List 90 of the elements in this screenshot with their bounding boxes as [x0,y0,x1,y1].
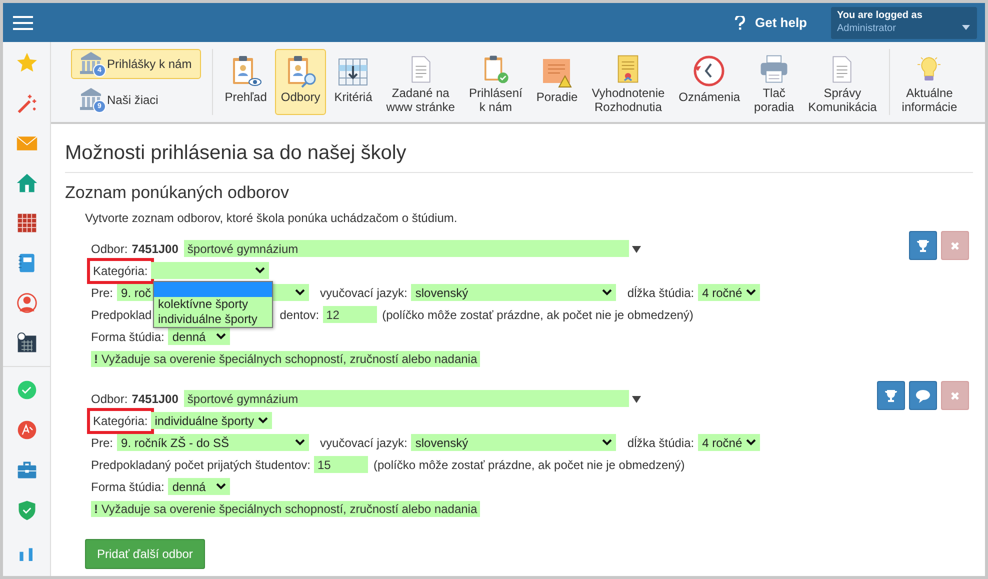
toolbar-button[interactable]: Kritériá [328,49,378,115]
chevron-icon [602,289,612,296]
toolbar-button[interactable]: Aktuálne informácie [896,49,964,115]
user-label: You are logged as [837,10,924,20]
dropdown-option[interactable]: kolektívne športy [154,297,272,312]
count-field[interactable]: 15 [314,456,368,473]
field-label: Predpokladaný počet prijatých študentov: [91,458,310,472]
chevron-icon [258,417,268,424]
field-label: dĺžka štúdia: [627,286,694,300]
button-label: Prihlášky k nám [107,56,192,71]
dropdown-arrow-icon[interactable] [632,394,642,402]
toolbar-button[interactable]: Vyhodnotenie Rozhodnutia [586,49,671,115]
chevron-icon [216,483,226,490]
language-select[interactable]: slovenský [411,434,616,451]
user-icon[interactable] [16,292,38,314]
chevron-icon [295,289,306,296]
chevron-icon [216,333,226,340]
count-field[interactable]: 12 [323,306,378,323]
toolbar-button[interactable]: Oznámenia [672,49,746,115]
chevron-icon [746,289,756,296]
user-menu[interactable]: You are logged as Administrator [831,6,977,38]
user-name: Administrator [837,22,896,34]
program-name-field[interactable]: športové gymnázium [184,240,630,257]
toolbar-button[interactable]: Zadané na www stránke [380,49,461,115]
caret-icon [962,24,970,30]
delete-button[interactable] [941,231,969,260]
field-label: Odbor: [91,242,128,256]
star-icon[interactable] [16,52,38,74]
toolbar-button[interactable]: Poradie [530,49,584,115]
grade-select[interactable]: 9. ročník ZŠ - do SŠ [117,434,310,451]
help-link[interactable]: Get help [734,15,807,30]
briefcase-icon[interactable] [16,459,38,481]
comment-button[interactable] [909,381,937,410]
trophy-button[interactable] [909,231,937,260]
study-form-select[interactable]: denná [168,478,230,495]
page-title: Možnosti prihlásenia sa do našej školy [65,142,973,173]
hint-text: (políčko môže zostať prázdne, ak počet nie je obmedzený) [373,458,685,472]
field-label: Pre: [91,286,114,300]
document-icon [410,54,432,84]
program-code: 7451J00 [132,392,178,406]
calendar-grid-icon[interactable] [16,212,38,234]
delete-button[interactable] [941,381,969,410]
field-label: Odbor: [91,392,128,406]
chevron-icon [295,439,306,446]
program-name-field[interactable]: športové gymnázium [184,390,630,407]
duration-select[interactable]: 4 ročné [698,434,760,451]
chevron-icon [602,439,612,446]
field-label: dentov: [280,308,320,322]
toolbar-button[interactable]: Tlač poradia [748,49,800,115]
house-icon[interactable] [16,172,38,194]
schedule-icon[interactable] [16,332,38,354]
magic-wand-icon[interactable] [16,92,38,114]
chevron-icon [254,267,265,274]
grade-circle-icon[interactable] [16,419,38,441]
speech-bubble-icon [915,388,931,402]
toolbar-button[interactable]: Správy Komunikácia [802,49,883,115]
toolbar-button[interactable]: Prehľad [218,49,273,115]
field-label: Pre: [91,436,114,450]
field-label: Predpoklad [91,308,152,322]
field-label: Forma štúdia: [91,330,164,344]
field-label: vyučovací jazyk: [320,436,408,450]
toolbar-button[interactable]: Odbory [274,49,326,115]
section-title: Zoznam ponúkaných odborov [65,183,290,203]
dropdown-arrow-icon[interactable] [632,244,642,252]
check-circle-icon[interactable] [16,379,38,401]
dropdown-option[interactable]: individuálne športy [154,312,272,327]
field-label: Forma štúdia: [91,480,164,494]
field-label: dĺžka štúdia: [627,436,694,450]
chevron-icon [746,439,756,446]
clock-icon [692,54,726,88]
program-code: 7451J00 [132,242,178,256]
document-icon [831,54,854,84]
hint-text: (políčko môže zostať prázdne, ak počet nie je obmedzený) [382,308,694,322]
trophy-icon [884,388,898,402]
question-icon [734,16,745,30]
close-icon [950,390,960,400]
toolbar-button[interactable]: Prihlásení k nám [462,49,528,115]
trophy-icon [916,238,930,252]
study-form-select[interactable]: denná [168,328,230,345]
button-label: Naši žiaci [107,93,158,108]
field-label: vyučovací jazyk: [320,286,408,300]
menu-icon[interactable] [13,14,33,30]
requirement-note: ! Vyžaduje sa overenie špeciálnych schopností, zručností alebo nadania [91,350,480,366]
language-select[interactable]: slovenský [411,284,616,301]
intro-text: Vytvorte zoznam odborov, ktoré škola ponúka uchádzačom o štúdium. [85,211,458,225]
requirement-note: ! Vyžaduje sa overenie špeciálnych schopností, zručností alebo nadania [91,500,480,516]
duration-select[interactable]: 4 ročné [698,284,760,301]
close-icon [950,240,960,250]
category-select[interactable]: individuálne športy [150,412,272,429]
trophy-button[interactable] [877,381,905,410]
